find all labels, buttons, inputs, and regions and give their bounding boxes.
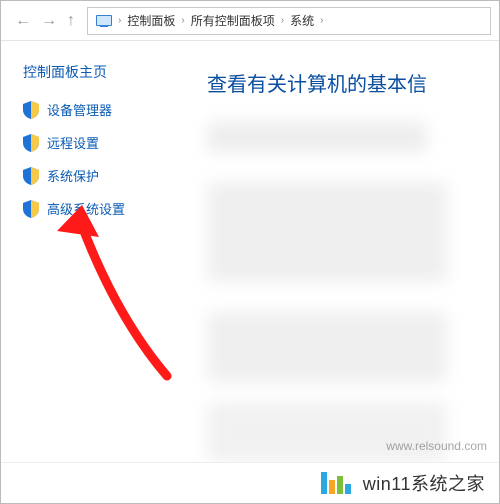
this-pc-icon xyxy=(96,15,112,27)
breadcrumb-bar[interactable]: › 控制面板 › 所有控制面板项 › 系统 › xyxy=(87,7,491,35)
blurred-content xyxy=(207,122,427,152)
nav-back-icon[interactable]: ← xyxy=(15,12,31,30)
sidebar-title[interactable]: 控制面板主页 xyxy=(23,62,181,82)
shield-icon xyxy=(23,101,39,119)
sidebar-item-system-protection[interactable]: 系统保护 xyxy=(23,166,181,185)
blurred-content xyxy=(207,182,447,282)
shield-icon xyxy=(23,167,39,185)
address-bar-row: ← → ↑ › 控制面板 › 所有控制面板项 › 系统 › xyxy=(1,1,499,41)
breadcrumb-item[interactable]: 所有控制面板项 xyxy=(191,12,275,29)
chevron-right-icon: › xyxy=(181,15,184,26)
sidebar-item-label: 高级系统设置 xyxy=(47,199,125,218)
page-title: 查看有关计算机的基本信 xyxy=(207,68,499,97)
chevron-right-icon: › xyxy=(320,15,323,26)
brand-text: win11系统之家 xyxy=(363,470,485,496)
nav-fwd-icon[interactable]: → xyxy=(41,12,57,30)
sidebar-item-label: 设备管理器 xyxy=(47,100,112,119)
sidebar-links: 设备管理器 远程设置 系统保护 xyxy=(23,100,181,218)
blurred-content xyxy=(207,312,447,382)
blurred-content xyxy=(207,402,447,462)
sidebar-item-label: 远程设置 xyxy=(47,133,99,152)
nav-arrows: ← → ↑ xyxy=(15,12,75,30)
sidebar-item-advanced-system-settings[interactable]: 高级系统设置 xyxy=(23,199,181,218)
chevron-right-icon: › xyxy=(281,15,284,26)
breadcrumb-item[interactable]: 系统 xyxy=(290,12,314,29)
system-control-panel-window: ← → ↑ › 控制面板 › 所有控制面板项 › 系统 › 控制面板主页 设 xyxy=(0,0,500,504)
shield-icon xyxy=(23,134,39,152)
chevron-right-icon: › xyxy=(118,15,121,26)
sidebar-item-label: 系统保护 xyxy=(47,166,99,185)
brand-logo-icon xyxy=(321,472,351,494)
breadcrumb-item[interactable]: 控制面板 xyxy=(127,12,175,29)
sidebar: 控制面板主页 设备管理器 远程设置 xyxy=(1,42,181,463)
footer-brand-bar: win11系统之家 xyxy=(1,462,499,503)
shield-icon xyxy=(23,200,39,218)
nav-up-icon[interactable]: ↑ xyxy=(67,12,75,30)
window-body: 控制面板主页 设备管理器 远程设置 xyxy=(1,42,499,463)
main-content: 查看有关计算机的基本信 xyxy=(181,42,499,463)
sidebar-item-remote-settings[interactable]: 远程设置 xyxy=(23,133,181,152)
sidebar-item-device-manager[interactable]: 设备管理器 xyxy=(23,100,181,119)
